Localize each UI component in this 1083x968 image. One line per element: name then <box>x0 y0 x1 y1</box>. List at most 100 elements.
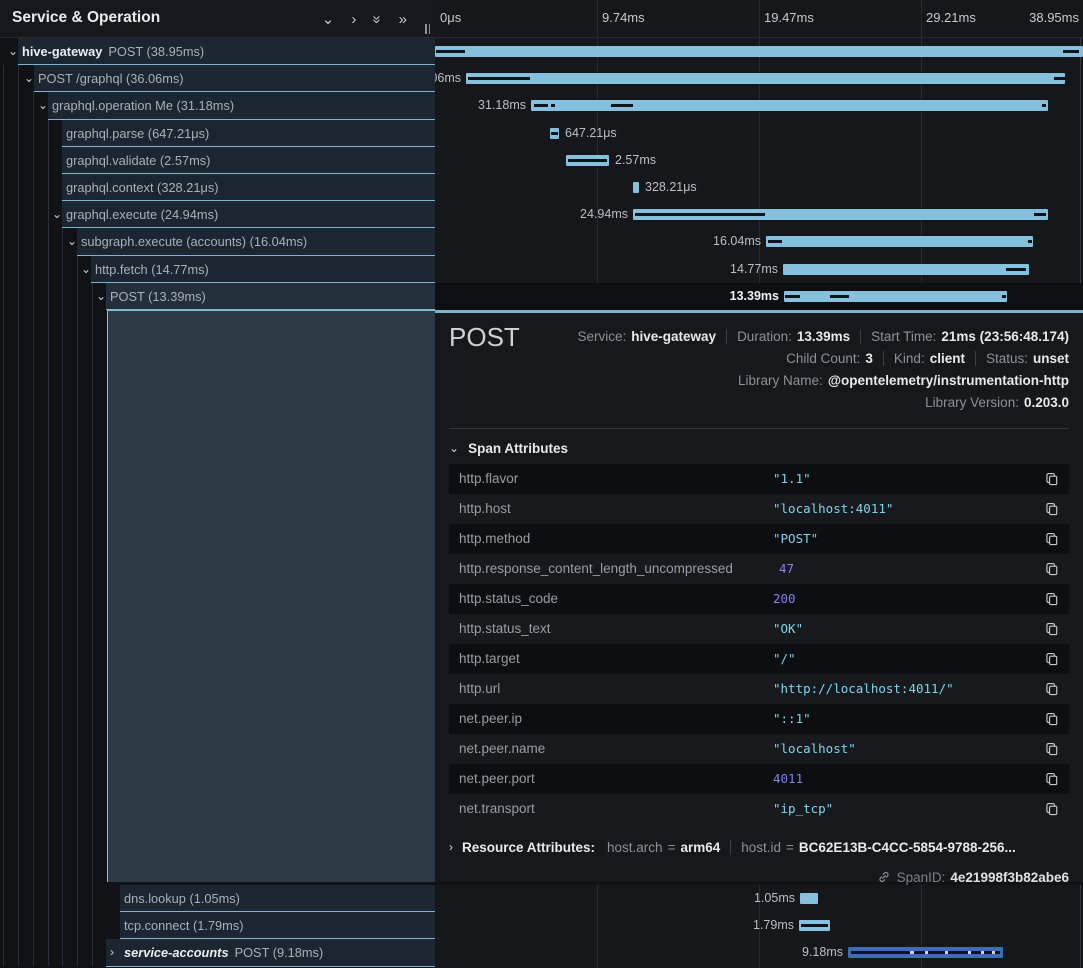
span-duration-bar[interactable] <box>466 73 1065 84</box>
copy-icon[interactable] <box>1045 772 1059 786</box>
duration-label: 31.18ms <box>478 92 526 119</box>
chevron-down-icon[interactable]: ⌄ <box>96 283 106 310</box>
tree-row[interactable]: graphql.context (328.21μs) <box>0 174 435 201</box>
tree-row[interactable]: ⌄hive-gatewayPOST (38.95ms) <box>0 38 435 65</box>
span-duration-bar[interactable] <box>531 100 1048 111</box>
copy-icon[interactable] <box>1045 742 1059 756</box>
copy-icon[interactable] <box>1045 622 1059 636</box>
tree-row[interactable]: ⌄POST (13.39ms) <box>0 283 435 310</box>
span-duration-bar[interactable] <box>435 46 1083 57</box>
overview-line: Library Version:0.203.0 <box>925 391 1069 413</box>
copy-icon[interactable] <box>1045 562 1059 576</box>
axis-gridline <box>759 0 760 37</box>
tree-row[interactable]: ⌄graphql.execute (24.94ms) <box>0 201 435 228</box>
timeline-row: 24.94ms <box>435 201 1083 228</box>
span-name-label: graphql.context (328.21μs) <box>66 174 219 201</box>
chevron-right-icon[interactable]: › <box>110 939 114 966</box>
tree-row[interactable]: ⌄POST /graphql (36.06ms) <box>0 65 435 92</box>
copy-icon[interactable] <box>1045 682 1059 696</box>
copy-icon[interactable] <box>1045 532 1059 546</box>
copy-icon[interactable] <box>1045 802 1059 816</box>
attribute-row: http.flavor"1.1" <box>449 464 1069 494</box>
chevron-down-icon[interactable]: ⌄ <box>81 256 91 283</box>
copy-icon[interactable] <box>1045 652 1059 666</box>
chevron-down-icon[interactable]: ⌄ <box>52 201 62 228</box>
attribute-value: "POST" <box>773 524 818 554</box>
event-dot <box>910 951 914 954</box>
span-name-label: POST /graphql (36.06ms) <box>38 65 184 92</box>
chevron-right-icon[interactable]: › <box>351 12 356 27</box>
tree-row[interactable]: dns.lookup (1.05ms) <box>0 885 435 912</box>
double-chevron-right-icon[interactable]: » <box>399 12 407 27</box>
attribute-row: http.status_text"OK" <box>449 614 1069 644</box>
event-dot <box>992 951 995 954</box>
copy-icon[interactable] <box>1045 712 1059 726</box>
span-duration-bar[interactable] <box>799 920 830 931</box>
chevron-down-icon: ⌄ <box>449 441 459 455</box>
column-resize-handle[interactable] <box>425 24 430 34</box>
span-duration-bar[interactable] <box>848 947 1003 958</box>
timeline-row: 328.21μs <box>435 174 1083 201</box>
attribute-row: http.method"POST" <box>449 524 1069 554</box>
resource-pair: host.id=BC62E13B-C4CC-5854-9788-256... <box>741 840 1016 855</box>
chevron-down-icon[interactable]: ⌄ <box>67 228 77 255</box>
double-chevron-down-icon[interactable]: » <box>370 15 385 23</box>
copy-icon[interactable] <box>1045 592 1059 606</box>
tree-row[interactable]: ›service-accountsPOST (9.18ms) <box>0 939 435 966</box>
chevron-down-icon[interactable]: ⌄ <box>38 92 48 119</box>
overview-label: Library Name: <box>738 373 823 388</box>
overview-value: unset <box>1033 351 1069 366</box>
timeline-row: 31.18ms <box>435 92 1083 119</box>
tree-row[interactable]: ⌄http.fetch (14.77ms) <box>0 256 435 283</box>
span-name-label: hive-gatewayPOST (38.95ms) <box>22 38 204 65</box>
span-duration-bar[interactable] <box>766 236 1033 247</box>
resource-key: host.id <box>741 840 781 855</box>
attribute-value: "::1" <box>773 704 811 734</box>
divider <box>860 329 861 344</box>
event-dot <box>981 951 984 954</box>
span-duration-bar[interactable] <box>633 209 1048 220</box>
overview-value: 0.203.0 <box>1024 395 1069 410</box>
tree-row[interactable]: ⌄graphql.operation Me (31.18ms) <box>0 92 435 119</box>
span-duration-bar[interactable] <box>566 155 609 166</box>
span-name-label: graphql.operation Me (31.18ms) <box>52 92 234 119</box>
resource-value: arm64 <box>680 840 720 855</box>
attribute-key: http.flavor <box>459 464 518 494</box>
attribute-value: "http://localhost:4011/" <box>773 674 954 704</box>
span-duration-bar[interactable] <box>633 182 639 193</box>
attribute-value: 4011 <box>773 764 803 794</box>
child-span-marker <box>768 240 782 243</box>
selected-span-region <box>107 310 435 882</box>
attribute-key: net.transport <box>459 794 535 824</box>
tree-row[interactable]: tcp.connect (1.79ms) <box>0 912 435 939</box>
span-duration-bar[interactable] <box>784 291 1007 302</box>
attribute-key: net.peer.ip <box>459 704 522 734</box>
copy-icon[interactable] <box>1045 502 1059 516</box>
equals-sign: = <box>668 840 676 855</box>
duration-label: 36.06ms <box>435 65 461 92</box>
chevron-down-icon[interactable]: ⌄ <box>322 12 335 27</box>
span-duration-bar[interactable] <box>550 128 559 139</box>
child-span-marker <box>611 104 633 107</box>
child-span-marker <box>534 104 548 107</box>
resource-attributes-toggle[interactable]: › Resource Attributes: host.arch=arm64ho… <box>449 835 1069 859</box>
chevron-down-icon[interactable]: ⌄ <box>8 38 18 65</box>
child-span-marker <box>1063 50 1079 53</box>
span-name-label: http.fetch (14.77ms) <box>95 256 209 283</box>
duration-label: 13.39ms <box>730 283 779 310</box>
chevron-down-icon[interactable]: ⌄ <box>24 65 34 92</box>
divider <box>726 329 727 344</box>
trace-viewer: ⌄hive-gatewayPOST (38.95ms)⌄POST /graphq… <box>0 0 1083 968</box>
span-duration-bar[interactable] <box>783 264 1029 275</box>
copy-icon[interactable] <box>1045 472 1059 486</box>
tree-row[interactable]: ⌄subgraph.execute (accounts) (16.04ms) <box>0 228 435 255</box>
attribute-key: http.response_content_length_uncompresse… <box>459 554 733 584</box>
span-attributes-toggle[interactable]: ⌄ Span Attributes <box>449 437 568 459</box>
tree-row[interactable]: graphql.parse (647.21μs) <box>0 120 435 147</box>
tree-row[interactable]: graphql.validate (2.57ms) <box>0 147 435 174</box>
timeline-row: 36.06ms <box>435 65 1083 92</box>
span-duration-bar[interactable] <box>800 893 818 904</box>
span-name-label: tcp.connect (1.79ms) <box>124 912 244 939</box>
duration-label: 9.18ms <box>802 939 843 966</box>
axis-tick-label: 19.47ms <box>764 10 814 25</box>
